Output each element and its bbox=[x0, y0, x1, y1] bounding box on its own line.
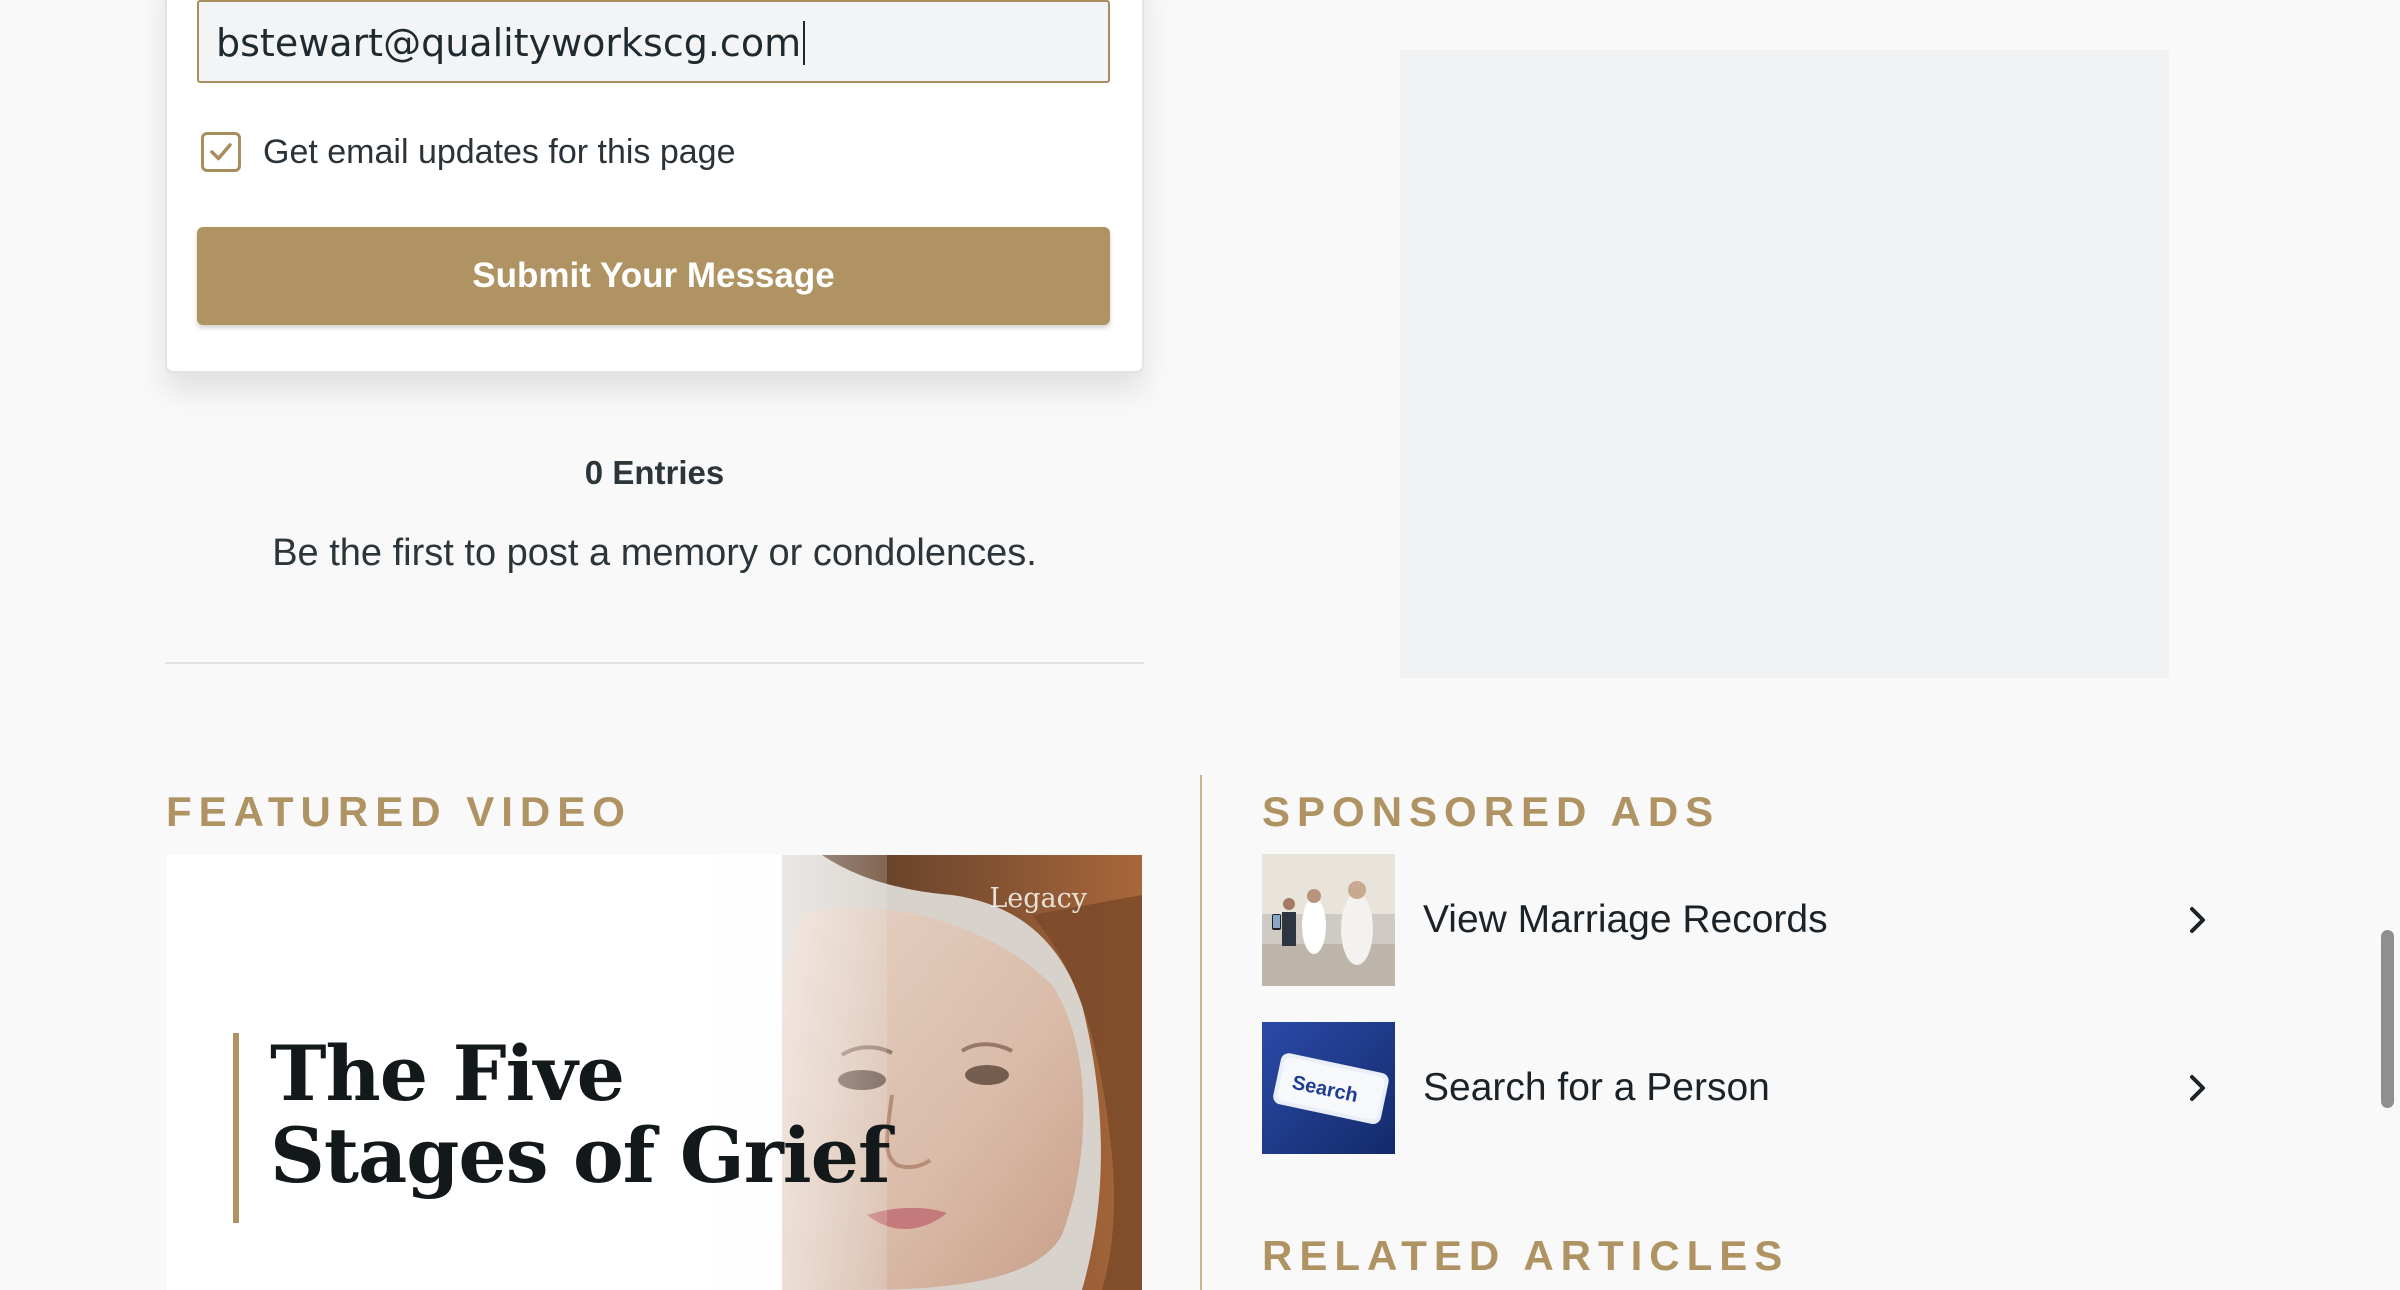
page-scrollbar-thumb[interactable] bbox=[2381, 930, 2394, 1108]
ad-placeholder[interactable] bbox=[1400, 50, 2169, 678]
search-key-thumbnail: Search bbox=[1262, 1022, 1395, 1154]
email-updates-row[interactable]: Get email updates for this page bbox=[201, 132, 736, 172]
legacy-logo: Legacy bbox=[989, 883, 1087, 914]
related-articles-heading: RELATED ARTICLES bbox=[1262, 1232, 1790, 1279]
ad-item-label: View Marriage Records bbox=[1423, 898, 1828, 941]
email-field-value: bstewart@qualityworkscg.com bbox=[216, 21, 802, 65]
ad-item-marriage-records[interactable]: View Marriage Records bbox=[1262, 854, 2222, 986]
page: bstewart@qualityworkscg.com Get email up… bbox=[0, 0, 2400, 1290]
ad-item-search-person[interactable]: Search Search for a Person bbox=[1262, 1022, 2222, 1154]
wedding-photo-thumbnail bbox=[1262, 854, 1395, 986]
text-caret bbox=[803, 20, 806, 65]
entries-count: 0 Entries bbox=[584, 454, 725, 491]
ad-item-label: Search for a Person bbox=[1423, 1066, 1770, 1109]
email-updates-label: Get email updates for this page bbox=[263, 132, 736, 171]
checkmark-icon bbox=[210, 143, 232, 161]
email-field[interactable]: bstewart@qualityworkscg.com bbox=[197, 0, 1110, 83]
email-updates-checkbox[interactable] bbox=[201, 132, 241, 172]
chevron-right-icon bbox=[2178, 900, 2218, 940]
featured-video-thumbnail[interactable]: Legacy The Five Stages of Grief bbox=[167, 855, 1142, 1290]
video-title-accent-bar bbox=[233, 1033, 239, 1223]
chevron-right-icon bbox=[2178, 1068, 2218, 1108]
section-divider bbox=[165, 662, 1144, 664]
column-divider bbox=[1200, 775, 1202, 1290]
submit-message-button[interactable]: Submit Your Message bbox=[197, 227, 1110, 325]
video-title: The Five Stages of Grief bbox=[270, 1029, 891, 1200]
entries-empty-message: Be the first to post a memory or condole… bbox=[272, 532, 1037, 574]
featured-video-heading: FEATURED VIDEO bbox=[166, 788, 632, 835]
sponsored-ads-heading: SPONSORED ADS bbox=[1262, 788, 1721, 835]
